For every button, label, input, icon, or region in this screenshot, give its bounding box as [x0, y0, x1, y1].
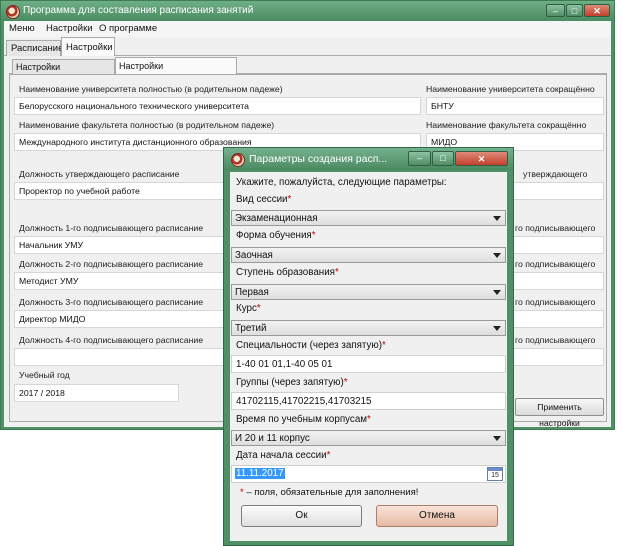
building-time-select[interactable]: И 20 и 11 корпус: [231, 430, 506, 446]
app-logo-icon: [6, 5, 20, 19]
menu-bar: Меню Настройки О программе: [4, 21, 611, 37]
calendar-day: 15: [491, 472, 499, 479]
signer2-label: Должность 2-го подписывающего расписание: [19, 259, 204, 269]
study-form-label: Форма обучения: [236, 230, 312, 241]
academic-year-field[interactable]: 2017 / 2018: [14, 384, 179, 402]
study-form-label-group: Форма обучения*: [236, 230, 316, 241]
close-button[interactable]: ✕: [584, 4, 610, 17]
signer3-label: Должность 3-го подписывающего расписание: [19, 297, 204, 307]
chevron-down-icon: [493, 436, 501, 441]
chevron-down-icon: [493, 326, 501, 331]
study-form-select[interactable]: Заочная: [231, 247, 506, 263]
building-time-label: Время по учебным корпусам: [236, 414, 367, 425]
required-marker: *: [326, 450, 331, 461]
tab-signers-settings[interactable]: Настройки подписывающих: [115, 57, 237, 81]
required-marker: *: [334, 267, 339, 278]
groups-label: Группы (через запятую): [236, 377, 344, 388]
groups-label-group: Группы (через запятую)*: [236, 377, 348, 388]
building-time-value: И 20 и 11 корпус: [235, 433, 310, 444]
chevron-down-icon: [493, 253, 501, 258]
required-note-group: * – поля, обязательные для заполнения!: [240, 487, 418, 498]
specialties-field[interactable]: 1-40 01 01,1-40 05 01: [231, 355, 506, 373]
signer3-right-label: го подписывающего: [515, 297, 596, 307]
chevron-down-icon: [493, 216, 501, 221]
dialog-titlebar[interactable]: Параметры создания расп... – □ ✕: [224, 148, 513, 170]
ok-button[interactable]: Ок: [241, 505, 362, 527]
signer4-right-label: го подписывающего: [515, 335, 596, 345]
tab-settings[interactable]: Настройки: [61, 37, 115, 56]
required-marker: *: [287, 194, 292, 205]
required-marker: *: [256, 303, 261, 314]
signer2-right-label: го подписывающего: [515, 259, 596, 269]
education-level-label-group: Ступень образования*: [236, 267, 339, 278]
university-full-label: Наименование университета полностью (в р…: [19, 84, 283, 94]
tab-schedule[interactable]: Расписание: [6, 40, 63, 56]
signer1-label: Должность 1-го подписывающего расписание: [19, 223, 204, 233]
building-time-label-group: Время по учебным корпусам*: [236, 414, 371, 425]
signer1-right-label: го подписывающего: [515, 223, 596, 233]
menu-item-about[interactable]: О программе: [99, 23, 157, 34]
course-label: Курс: [236, 303, 257, 314]
university-full-field[interactable]: Белорусского национального технического …: [14, 97, 421, 115]
required-note: – поля, обязательные для заполнения!: [246, 487, 419, 498]
faculty-full-label: Наименование факультета полностью (в род…: [19, 120, 275, 130]
calendar-icon[interactable]: 15: [487, 467, 503, 481]
academic-year-label: Учебный год: [19, 370, 70, 380]
dialog-minimize-button[interactable]: –: [408, 151, 431, 166]
session-start-date-picker[interactable]: 11.11.2017 15: [231, 465, 506, 483]
window-title: Программа для составления расписания зан…: [23, 5, 254, 16]
education-level-select[interactable]: Первая: [231, 284, 506, 300]
schedule-params-dialog: Параметры создания расп... – □ ✕ Укажите…: [223, 147, 514, 546]
required-marker: *: [382, 340, 386, 351]
dialog-prompt: Укажите, пожалуйста, следующие параметры…: [236, 177, 447, 188]
required-marker: *: [311, 230, 316, 241]
cancel-button[interactable]: Отмена: [376, 505, 498, 527]
approver-label: Должность утверждающего расписание: [19, 169, 180, 179]
signer4-label: Должность 4-го подписывающего расписание: [19, 335, 204, 345]
study-form-value: Заочная: [235, 250, 273, 261]
education-level-label: Ступень образования: [236, 267, 335, 278]
session-start-label-group: Дата начала сессии*: [236, 450, 330, 461]
session-type-label-group: Вид сессии*: [236, 194, 291, 205]
university-short-label: Наименование университета сокращённо: [426, 84, 595, 94]
session-start-label: Дата начала сессии: [236, 450, 327, 461]
main-titlebar[interactable]: Программа для составления расписания зан…: [1, 1, 614, 21]
dialog-title: Параметры создания расп...: [249, 153, 388, 165]
minimize-button[interactable]: –: [546, 4, 565, 17]
faculty-short-label: Наименование факультета сокращённо: [426, 120, 587, 130]
groups-field[interactable]: 41702115,41702215,41703215: [231, 392, 506, 410]
required-marker: *: [343, 377, 348, 388]
session-type-select[interactable]: Экзаменационная: [231, 210, 506, 226]
session-type-value: Экзаменационная: [235, 213, 318, 224]
apply-settings-button[interactable]: Применить настройки: [515, 398, 604, 428]
maximize-button[interactable]: □: [566, 4, 583, 17]
dialog-close-button[interactable]: ✕: [455, 151, 508, 166]
course-select[interactable]: Третий: [231, 320, 506, 336]
session-start-value[interactable]: 11.11.2017: [235, 468, 285, 479]
tab-app-settings[interactable]: Настройки приложения: [12, 59, 115, 82]
course-label-group: Курс*: [236, 303, 261, 314]
required-marker: *: [367, 414, 371, 425]
specialties-label-group: Специальности (через запятую)*: [236, 340, 386, 351]
education-level-value: Первая: [235, 287, 269, 298]
approver-right-label: утверждающего: [523, 169, 588, 179]
required-marker: *: [240, 487, 244, 498]
menu-item-menu[interactable]: Меню: [9, 23, 35, 34]
university-short-field[interactable]: БНТУ: [426, 97, 604, 115]
course-value: Третий: [235, 323, 267, 334]
menu-item-settings[interactable]: Настройки: [46, 23, 93, 34]
dialog-client-area: Укажите, пожалуйста, следующие параметры…: [230, 172, 507, 541]
chevron-down-icon: [493, 290, 501, 295]
specialties-label: Специальности (через запятую): [236, 340, 382, 351]
dialog-logo-icon: [231, 153, 245, 167]
session-type-label: Вид сессии: [236, 194, 288, 205]
dialog-maximize-button[interactable]: □: [432, 151, 454, 166]
